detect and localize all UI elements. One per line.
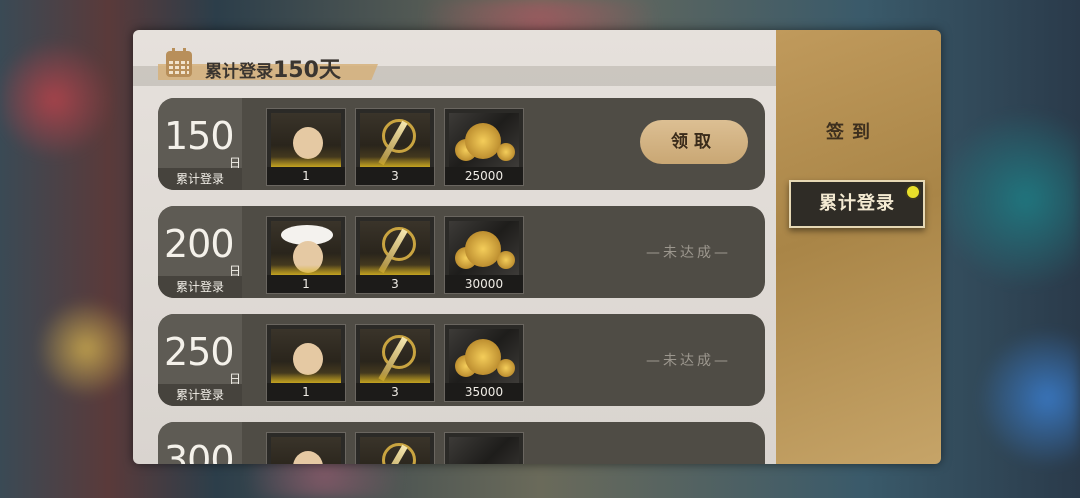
day-label: 累计登录 <box>158 384 242 406</box>
reward-item[interactable]: 1 <box>266 108 346 186</box>
reward-item[interactable] <box>355 432 435 464</box>
machine-icon <box>449 437 519 464</box>
main-panel: 累计登录150天 150 日 累计登录 1 3 25000 领取 200 日 累… <box>133 30 776 464</box>
login-rewards-dialog: 累计登录150天 150 日 累计登录 1 3 25000 领取 200 日 累… <box>133 30 941 464</box>
reward-item[interactable]: 1 <box>266 324 346 402</box>
coins-icon <box>449 221 519 275</box>
reward-item[interactable]: 3 <box>355 108 435 186</box>
coins-icon <box>449 329 519 383</box>
reward-item[interactable] <box>444 432 524 464</box>
claim-button[interactable]: 领取 <box>640 120 748 164</box>
day-number: 150 <box>164 114 235 158</box>
reward-item[interactable] <box>266 432 346 464</box>
day-number: 300 <box>164 438 235 464</box>
spear-icon <box>360 437 430 464</box>
reward-item[interactable]: 3 <box>355 324 435 402</box>
list-item: 200 日 累计登录 1 3 30000 —未达成— <box>158 206 765 298</box>
notification-dot-icon <box>905 184 921 200</box>
status-badge: —未达成— <box>646 245 731 261</box>
reward-item[interactable]: 35000 <box>444 324 524 402</box>
status-badge: —未达成— <box>646 353 731 369</box>
character-icon <box>271 437 341 464</box>
list-item: 250 日 累计登录 1 3 35000 —未达成— <box>158 314 765 406</box>
day-label: 累计登录 <box>158 276 242 298</box>
day-label: 累计登录 <box>158 168 242 190</box>
rewards-list[interactable]: 150 日 累计登录 1 3 25000 领取 200 日 累计登录 1 3 3… <box>133 98 776 464</box>
reward-item[interactable]: 25000 <box>444 108 524 186</box>
header: 累计登录150天 <box>133 30 776 98</box>
side-tabs: 签到 累计登录 <box>776 30 941 464</box>
day-number: 200 <box>164 222 235 266</box>
reward-item[interactable]: 30000 <box>444 216 524 294</box>
tab-checkin[interactable]: 签到 <box>826 118 878 144</box>
coins-icon <box>449 113 519 167</box>
day-number: 250 <box>164 330 235 374</box>
reward-item[interactable]: 1 <box>266 216 346 294</box>
tab-cumulative-login[interactable]: 累计登录 <box>789 180 925 228</box>
list-item: 150 日 累计登录 1 3 25000 领取 <box>158 98 765 190</box>
list-item: 300 <box>158 422 765 464</box>
page-title: 累计登录150天 <box>205 58 341 83</box>
reward-item[interactable]: 3 <box>355 216 435 294</box>
calendar-icon <box>166 48 192 77</box>
